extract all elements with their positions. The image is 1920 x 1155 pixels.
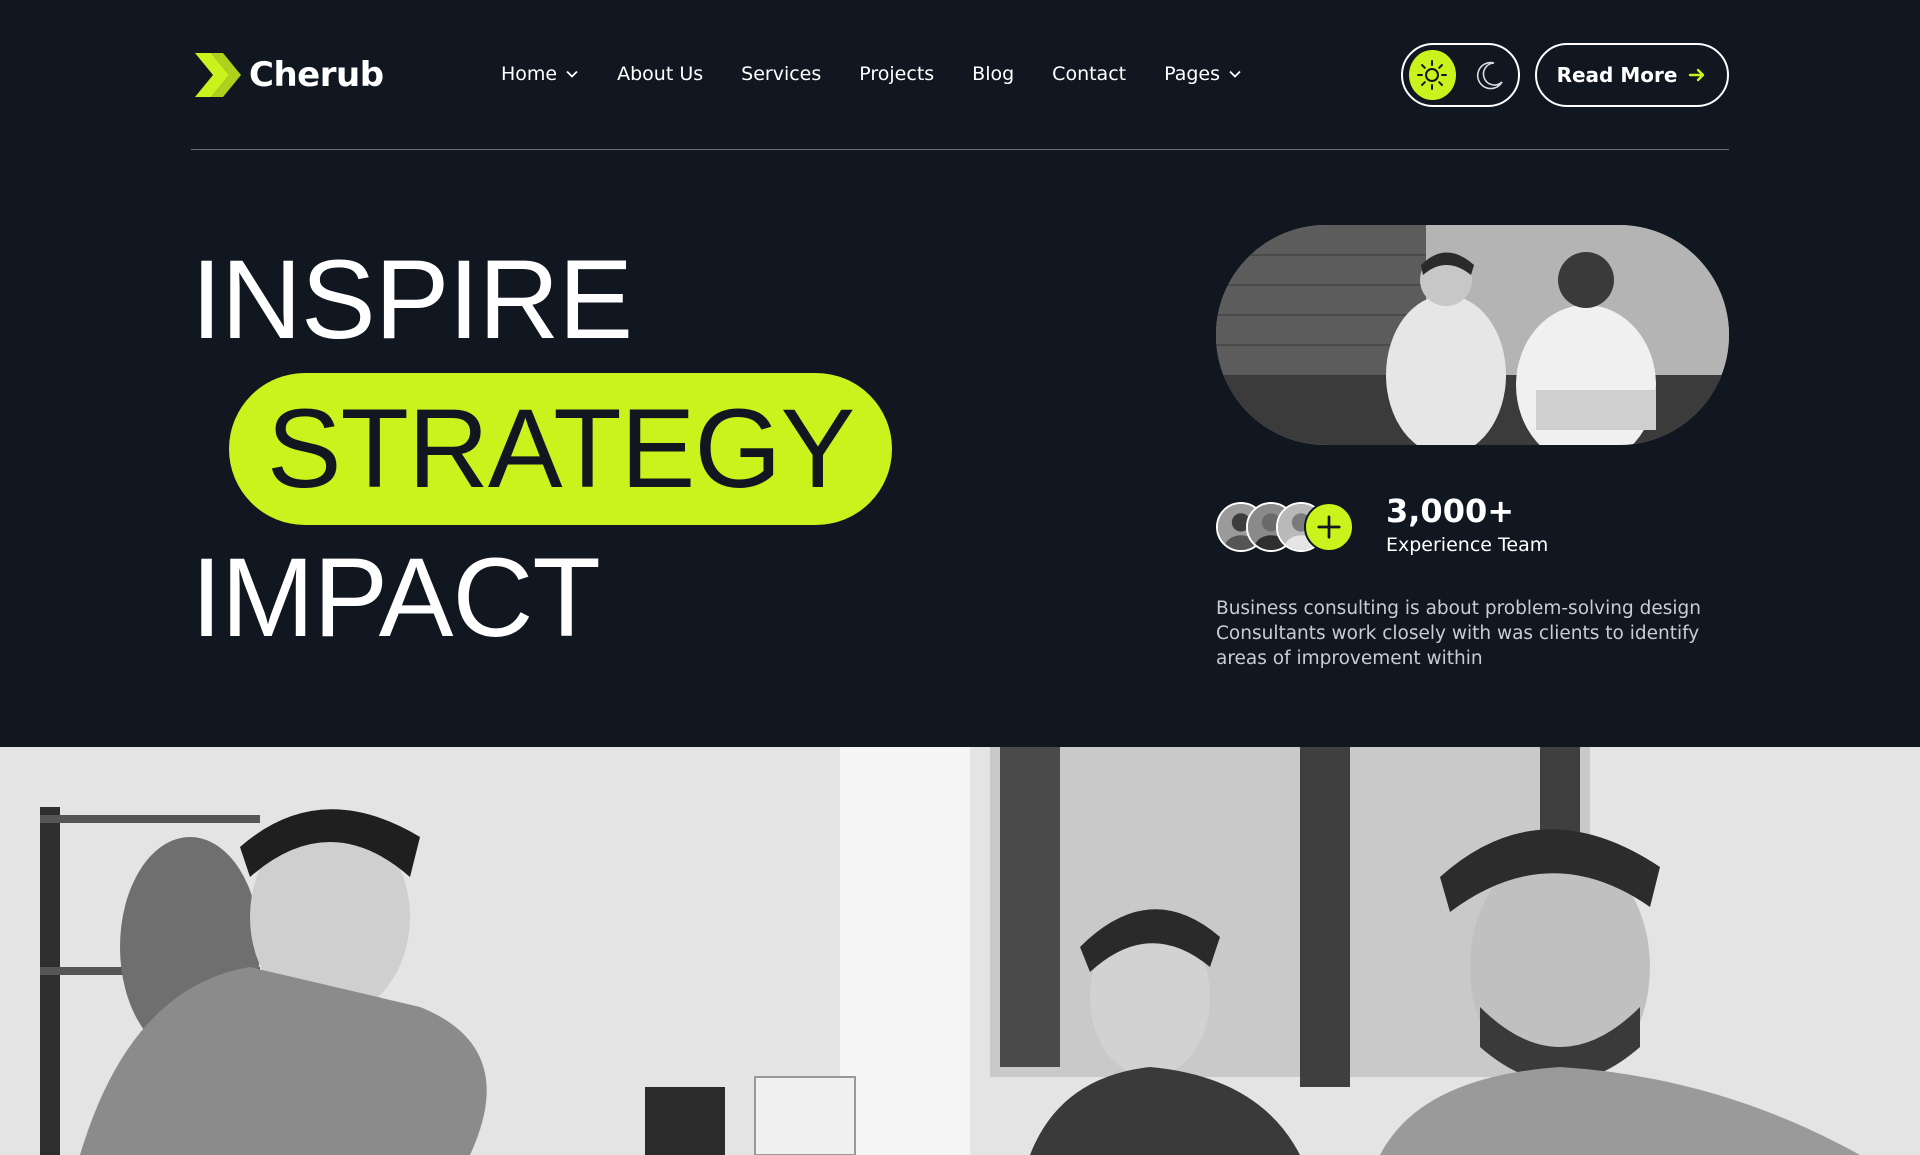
add-member-button[interactable] xyxy=(1304,502,1354,552)
logo[interactable]: Cherub xyxy=(191,49,384,101)
nav-item-label: Projects xyxy=(859,63,935,85)
site-header: Cherub Home About Us Services Projects B… xyxy=(191,0,1729,150)
moon-icon xyxy=(1476,61,1503,90)
hero-team-photo xyxy=(1216,225,1729,445)
arrow-right-icon xyxy=(1689,68,1705,82)
chevron-down-icon xyxy=(566,70,578,78)
nav-item-label: About Us xyxy=(617,63,704,85)
team-stat-number: 3,000+ xyxy=(1386,492,1515,530)
nav-item-label: Contact xyxy=(1052,63,1127,85)
main-nav: Home About Us Services Projects Blog Con… xyxy=(501,56,1280,92)
sun-icon xyxy=(1417,60,1448,90)
theme-toggle[interactable] xyxy=(1401,43,1520,107)
nav-item-label: Services xyxy=(741,63,822,85)
nav-item-home[interactable]: Home xyxy=(501,63,579,85)
team-avatars xyxy=(1216,500,1361,554)
nav-item-blog[interactable]: Blog xyxy=(972,63,1014,85)
nav-item-contact[interactable]: Contact xyxy=(1052,63,1126,85)
hero-description: Business consulting is about problem-sol… xyxy=(1216,598,1701,669)
plus-icon xyxy=(1317,515,1341,539)
nav-item-label: Home xyxy=(501,63,558,85)
read-more-label: Read More xyxy=(1556,63,1678,87)
logo-text: Cherub xyxy=(249,55,384,95)
dark-mode-button[interactable] xyxy=(1466,50,1513,100)
read-more-button[interactable]: Read More xyxy=(1535,43,1729,107)
light-mode-button[interactable] xyxy=(1409,50,1456,100)
team-stat-label: Experience Team xyxy=(1386,534,1549,556)
logo-chevron-icon xyxy=(195,53,241,97)
hero-highlight-pill: STRATEGY xyxy=(229,373,892,525)
chevron-down-icon xyxy=(1229,70,1241,78)
team-meeting-photo xyxy=(0,747,1920,1155)
nav-item-pages[interactable]: Pages xyxy=(1164,63,1242,85)
hero-line-strategy: STRATEGY xyxy=(266,386,855,511)
hero-line-impact: IMPACT xyxy=(191,535,601,660)
nav-item-services[interactable]: Services xyxy=(741,63,821,85)
hero-line-inspire: INSPIRE xyxy=(191,237,633,362)
nav-item-label: Blog xyxy=(972,63,1015,85)
nav-item-label: Pages xyxy=(1164,63,1220,85)
nav-item-about-us[interactable]: About Us xyxy=(617,63,703,85)
nav-item-projects[interactable]: Projects xyxy=(859,63,934,85)
